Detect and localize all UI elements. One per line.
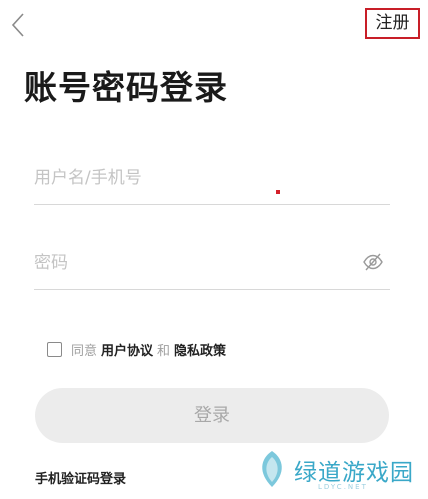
back-button[interactable] xyxy=(6,10,34,40)
register-button[interactable]: 注册 xyxy=(365,8,420,39)
agreement-row: 同意 用户协议 和 隐私政策 xyxy=(47,338,230,360)
sms-login-link[interactable]: 手机验证码登录 xyxy=(35,468,126,487)
agreement-prefix: 同意 xyxy=(71,343,98,359)
chevron-left-icon xyxy=(11,13,24,37)
page-title: 账号密码登录 xyxy=(24,68,228,107)
password-field xyxy=(34,243,390,290)
cursor-marker xyxy=(276,190,280,194)
agreement-and: 和 xyxy=(157,343,171,359)
user-agreement-link[interactable]: 用户协议 xyxy=(101,340,153,359)
password-input[interactable] xyxy=(34,243,354,283)
login-button[interactable]: 登录 xyxy=(35,388,389,443)
privacy-policy-link[interactable]: 隐私政策 xyxy=(174,340,226,359)
watermark-name: 绿道游戏园 xyxy=(294,460,414,486)
username-input[interactable] xyxy=(34,158,354,198)
watermark: 绿道游戏园 LDYC.NET xyxy=(254,449,428,495)
watermark-domain: LDYC.NET xyxy=(318,483,368,491)
leaf-logo-icon xyxy=(262,451,282,487)
agreement-checkbox[interactable] xyxy=(47,341,62,357)
username-field xyxy=(34,158,390,205)
eye-hidden-icon[interactable] xyxy=(362,251,384,273)
